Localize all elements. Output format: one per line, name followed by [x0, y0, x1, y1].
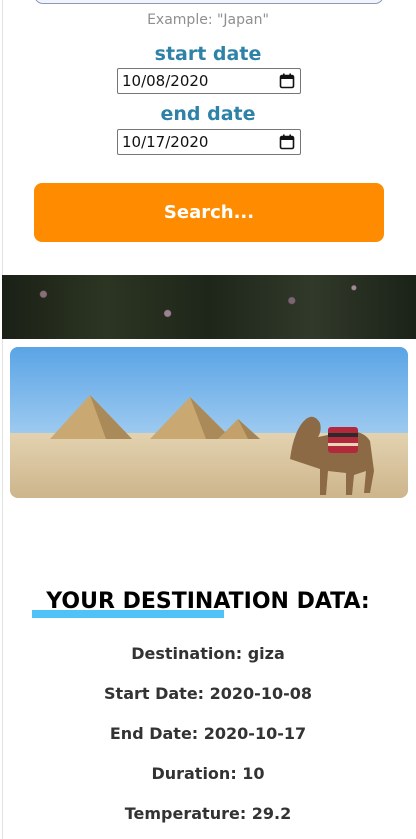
end-date-value: 10/17/2020 — [122, 133, 209, 151]
calendar-icon[interactable] — [279, 73, 295, 89]
end-date-input[interactable]: 10/17/2020 — [117, 129, 301, 155]
destination-hint: Example: "Japan" — [147, 12, 269, 28]
start-date-text: Start Date: 2020-10-08 — [104, 684, 312, 703]
results-title: YOUR DESTINATION DATA: — [46, 589, 370, 614]
destination-text: Destination: giza — [131, 644, 285, 663]
start-date-label: start date — [154, 43, 262, 65]
calendar-icon[interactable] — [279, 134, 295, 150]
destination-photo — [10, 347, 408, 498]
temperature-text: Temperature: 29.2 — [124, 804, 292, 823]
start-date-value: 10/08/2020 — [122, 72, 209, 90]
end-date-text: End Date: 2020-10-17 — [109, 724, 307, 743]
duration-text: Duration: 10 — [151, 764, 265, 783]
end-date-label: end date — [160, 103, 256, 125]
background-foliage-image — [2, 275, 416, 339]
pyramids-camel-illustration — [10, 347, 408, 498]
start-date-input[interactable]: 10/08/2020 — [117, 68, 301, 94]
destination-input[interactable] — [34, 0, 384, 4]
search-button[interactable]: Search... — [34, 183, 384, 242]
